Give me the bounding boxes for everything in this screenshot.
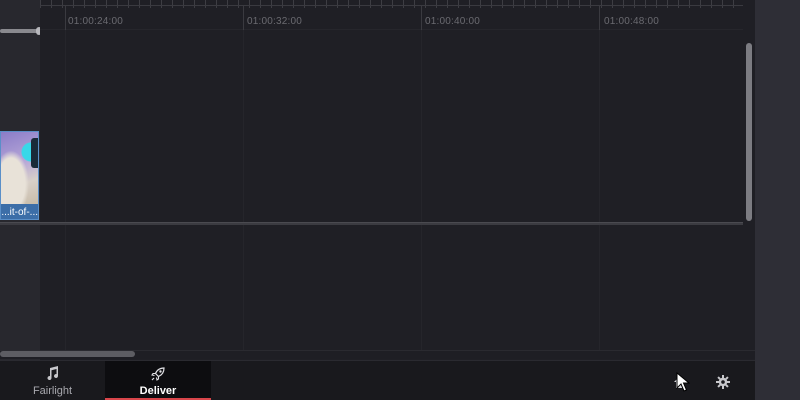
tab-fairlight[interactable]: Fairlight — [0, 361, 105, 400]
ruler-major-tick — [65, 6, 66, 30]
settings-button[interactable] — [712, 371, 734, 393]
timeline-gridline — [65, 30, 66, 350]
tab-label: Deliver — [139, 384, 177, 397]
ruler-top-line — [40, 5, 755, 6]
horizontal-scroll-thumb[interactable] — [0, 351, 135, 357]
music-note-icon — [47, 365, 59, 382]
ruler-timecode: 01:00:48:00 — [604, 16, 660, 27]
ruler-major-tick — [243, 6, 244, 30]
ruler-timecode: 01:00:24:00 — [68, 16, 124, 27]
track-divider[interactable] — [0, 222, 755, 225]
video-clip[interactable]: ...it-of-... — [0, 131, 39, 220]
ruler-minor-ticks — [40, 0, 755, 8]
clip-name: ...it-of-... — [1, 207, 38, 218]
tab-label: Fairlight — [32, 384, 73, 397]
home-icon — [674, 376, 686, 388]
rocket-icon — [150, 366, 166, 382]
timeline-area[interactable]: 01:00:24:00 01:00:32:00 01:00:40:00 01:0… — [40, 0, 755, 360]
tab-deliver[interactable]: Deliver — [105, 361, 211, 400]
home-button[interactable] — [669, 371, 691, 393]
page-navigation-bar: Fairlight Deliver — [0, 360, 755, 400]
timecode-ruler[interactable]: 01:00:24:00 01:00:32:00 01:00:40:00 01:0… — [40, 0, 755, 30]
right-side-panel — [755, 0, 800, 400]
ruler-timecode: 01:00:32:00 — [247, 16, 303, 27]
ruler-major-tick — [599, 6, 600, 30]
vertical-scroll-thumb[interactable] — [746, 43, 752, 221]
timeline-gridline — [599, 30, 600, 350]
timeline-gridline — [421, 30, 422, 350]
ruler-major-tick — [421, 6, 422, 30]
timeline-zoom-slider[interactable] — [0, 27, 42, 35]
ruler-timecode: 01:00:40:00 — [425, 16, 481, 27]
gear-icon — [716, 375, 730, 389]
clip-thumbnail-detail — [31, 138, 38, 168]
timeline-gridline — [243, 30, 244, 350]
zoom-slider-track[interactable] — [0, 29, 40, 33]
